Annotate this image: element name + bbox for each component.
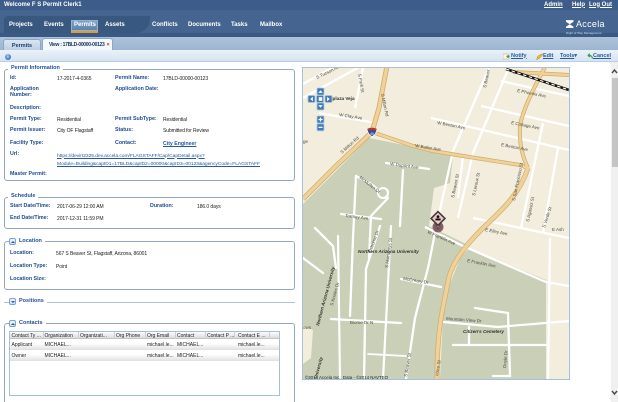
svg-text:ge: ge xyxy=(303,139,309,144)
svg-text:40: 40 xyxy=(370,132,374,136)
svg-text:Northern Arizona University: Northern Arizona University xyxy=(358,249,419,254)
svg-text:E Ash: E Ash xyxy=(552,227,564,232)
svg-text:Citizen's Cemetery: Citizen's Cemetery xyxy=(463,329,504,334)
svg-text:ows: ows xyxy=(303,325,312,330)
svg-text:©2014 Accela Inc., Data - ©201: ©2014 Accela Inc., Data - ©2014 NAVTEQ xyxy=(305,375,389,379)
svg-text:Biome Dr N: Biome Dr N xyxy=(350,320,373,325)
svg-text:aplaza Veja: aplaza Veja xyxy=(330,96,355,101)
